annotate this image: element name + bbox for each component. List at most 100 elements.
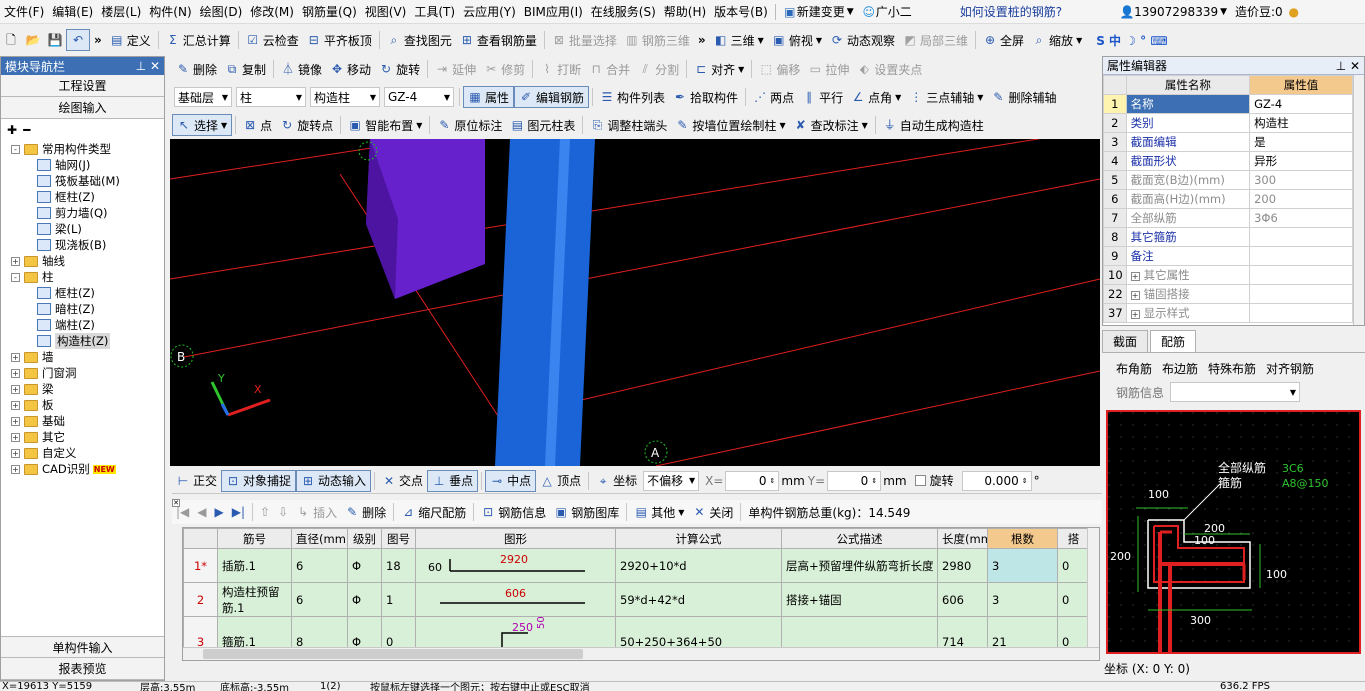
- help-question-link[interactable]: 如何设置桩的钢筋?: [956, 3, 1066, 20]
- rebar-cell-shape[interactable]: 606: [415, 582, 616, 617]
- toolbar-button[interactable]: ⎘ 调整柱端头: [586, 114, 671, 136]
- toolbar-button[interactable]: △ 顶点: [536, 470, 585, 492]
- tree-item[interactable]: + 轴线: [5, 253, 164, 269]
- prop-row[interactable]: 1 名称 GZ-4: [1103, 94, 1353, 114]
- 3d-viewport[interactable]: B A Y X: [170, 139, 1100, 466]
- rotate-checkbox[interactable]: [914, 475, 926, 486]
- tree-item[interactable]: + 板: [5, 397, 164, 413]
- toolbar-button[interactable]: ⊡ 钢筋信息: [477, 501, 550, 523]
- rebar-cell-grade[interactable]: Φ: [347, 582, 382, 617]
- tree-item[interactable]: 端柱(Z): [5, 317, 164, 333]
- rebar-cell-lap[interactable]: 0: [1057, 548, 1090, 583]
- expand-icon[interactable]: +: [11, 464, 20, 474]
- drawing-input-button[interactable]: 绘图输入: [1, 97, 164, 119]
- toolbar-button[interactable]: ⌖ 坐标: [592, 470, 641, 492]
- y-input[interactable]: 0 ⇕: [827, 470, 882, 491]
- prop-value[interactable]: 300: [1249, 170, 1353, 190]
- toolbar-button[interactable]: ⧉ 复制: [221, 58, 270, 80]
- menu-item[interactable]: BIM应用(I): [520, 3, 587, 20]
- toolbar-button[interactable]: ↻ 旋转点: [276, 114, 337, 136]
- rebar-cell-name[interactable]: 插筋.1: [217, 548, 292, 583]
- tree-item[interactable]: + CAD识别 NEW: [5, 461, 164, 477]
- type-select[interactable]: 构造柱 ▼: [310, 87, 380, 107]
- move-down-button[interactable]: ⇩: [274, 501, 292, 523]
- toolbar-button[interactable]: ▤ 图元柱表: [506, 114, 579, 136]
- expand-icon[interactable]: +: [1130, 291, 1140, 300]
- prop-row[interactable]: 8 其它箍筋: [1103, 227, 1353, 247]
- tree-item[interactable]: 现浇板(B): [5, 237, 164, 253]
- sogou-ime[interactable]: S 中 ☽ ° ⌨: [1092, 29, 1171, 51]
- toolbar-button[interactable]: ⇥ 延伸: [431, 58, 480, 80]
- menu-item[interactable]: 修改(M): [246, 3, 298, 20]
- expand-icon[interactable]: +: [11, 256, 20, 266]
- user-phone[interactable]: 👤 13907298339 ▼: [1116, 5, 1231, 19]
- tree-item[interactable]: + 其它: [5, 429, 164, 445]
- tree-item[interactable]: + 梁: [5, 381, 164, 397]
- collapse-icon[interactable]: -: [11, 144, 20, 154]
- toolbar-button[interactable]: ⋮ 三点辅轴 ▼: [905, 86, 987, 108]
- toolbar-button[interactable]: ∠ 点角 ▼: [847, 86, 905, 108]
- expand-all-icon[interactable]: ✚: [7, 123, 17, 137]
- collapse-all-icon[interactable]: ━: [23, 123, 30, 137]
- rebar-cell-fig[interactable]: 1: [381, 582, 416, 617]
- toolbar-button[interactable]: ⫽ 分割: [634, 58, 683, 80]
- x-input[interactable]: 0 ⇕: [725, 470, 780, 491]
- toolbar-button[interactable]: Σ 汇总计算: [162, 29, 235, 51]
- rebar-cell-no[interactable]: 2: [183, 582, 218, 617]
- toolbar-button[interactable]: ✂ 修剪: [480, 58, 529, 80]
- toolbar-button[interactable]: ✎ 原位标注: [433, 114, 506, 136]
- section-tool-button[interactable]: 布角筋: [1116, 360, 1152, 377]
- expand-icon[interactable]: +: [11, 400, 20, 410]
- rebar-cell-dia[interactable]: 6: [291, 582, 348, 617]
- prop-row[interactable]: 22 + 锚固搭接: [1103, 284, 1353, 304]
- prop-value[interactable]: [1249, 303, 1353, 323]
- section-canvas[interactable]: 全部纵筋 箍筋 3C6 A8@150 100 200 100 200 100 3…: [1106, 410, 1361, 654]
- category-select[interactable]: 柱 ▼: [236, 87, 306, 107]
- rebar-info-select[interactable]: ▼: [1170, 382, 1301, 402]
- last-record-button[interactable]: ▶|: [228, 501, 249, 523]
- rebar-cell-no[interactable]: 1*: [183, 548, 218, 583]
- prop-row[interactable]: 2 类别 构造柱: [1103, 113, 1353, 133]
- scroll-thumb[interactable]: [203, 649, 583, 659]
- rebar-cell-formula[interactable]: 59*d+42*d: [615, 582, 782, 617]
- save-button[interactable]: 💾: [44, 29, 66, 51]
- toolbar-button[interactable]: ⊠ 批量选择: [548, 29, 621, 51]
- toolbar-button[interactable]: ✒ 拾取构件: [669, 86, 742, 108]
- prop-value[interactable]: GZ-4: [1249, 94, 1353, 114]
- collapse-icon[interactable]: -: [11, 272, 20, 282]
- column-blue[interactable]: [495, 139, 595, 466]
- undo-button[interactable]: ↶: [66, 29, 90, 51]
- close-icon[interactable]: ✕: [150, 59, 160, 73]
- expand-icon[interactable]: +: [11, 416, 20, 426]
- prop-value[interactable]: 3Φ6: [1249, 208, 1353, 228]
- tree-item[interactable]: 框柱(Z): [5, 189, 164, 205]
- expand-icon[interactable]: +: [1130, 272, 1140, 281]
- menu-item[interactable]: 文件(F): [0, 3, 48, 20]
- section-tool-button[interactable]: 对齐钢筋: [1266, 360, 1314, 377]
- tab-section[interactable]: 截面: [1102, 330, 1149, 352]
- toolbar-button[interactable]: ↻ 旋转: [375, 58, 424, 80]
- toolbar-button[interactable]: ↖ 选择 ▼: [172, 114, 233, 136]
- toolbar-button[interactable]: ⊢ 正交: [172, 470, 221, 492]
- menu-item[interactable]: 楼层(L): [97, 3, 145, 20]
- toolbar-button[interactable]: ⊕ 全屏: [979, 29, 1028, 51]
- toolbar-button[interactable]: ✕ 关闭: [688, 501, 737, 523]
- toolbar-button[interactable]: ⌇ 打断: [536, 58, 585, 80]
- rebar-row[interactable]: 2 构造柱预留筋.1 6 Φ 1 606 59*d+42*d 搭接+锚固 606 3 0: [183, 582, 1090, 617]
- prop-row[interactable]: 7 全部纵筋 3Φ6: [1103, 208, 1353, 228]
- new-file-button[interactable]: 🗋: [0, 29, 22, 51]
- toolbar-button[interactable]: ☰ 构件列表: [596, 86, 669, 108]
- section-tool-button[interactable]: 布边筋: [1162, 360, 1198, 377]
- toolbar-button[interactable]: ✎ 删除辅轴: [987, 86, 1060, 108]
- open-file-button[interactable]: 📂: [22, 29, 44, 51]
- tree-item[interactable]: - 常用构件类型: [5, 141, 164, 157]
- rebar-vscrollbar[interactable]: [1087, 528, 1099, 648]
- name-select[interactable]: GZ-4 ▼: [384, 87, 454, 107]
- toolbar-button[interactable]: ⊠ 点: [239, 114, 276, 136]
- toolbar-button[interactable]: ✐ 编辑钢筋: [514, 86, 590, 108]
- prop-vscrollbar[interactable]: [1353, 75, 1364, 325]
- rebar-cell-grade[interactable]: Φ: [347, 548, 382, 583]
- toolbar-button[interactable]: ◧ 三维 ▼: [710, 29, 768, 51]
- toolbar-button[interactable]: ◩ 局部三维: [899, 29, 972, 51]
- prop-value[interactable]: 是: [1249, 132, 1353, 152]
